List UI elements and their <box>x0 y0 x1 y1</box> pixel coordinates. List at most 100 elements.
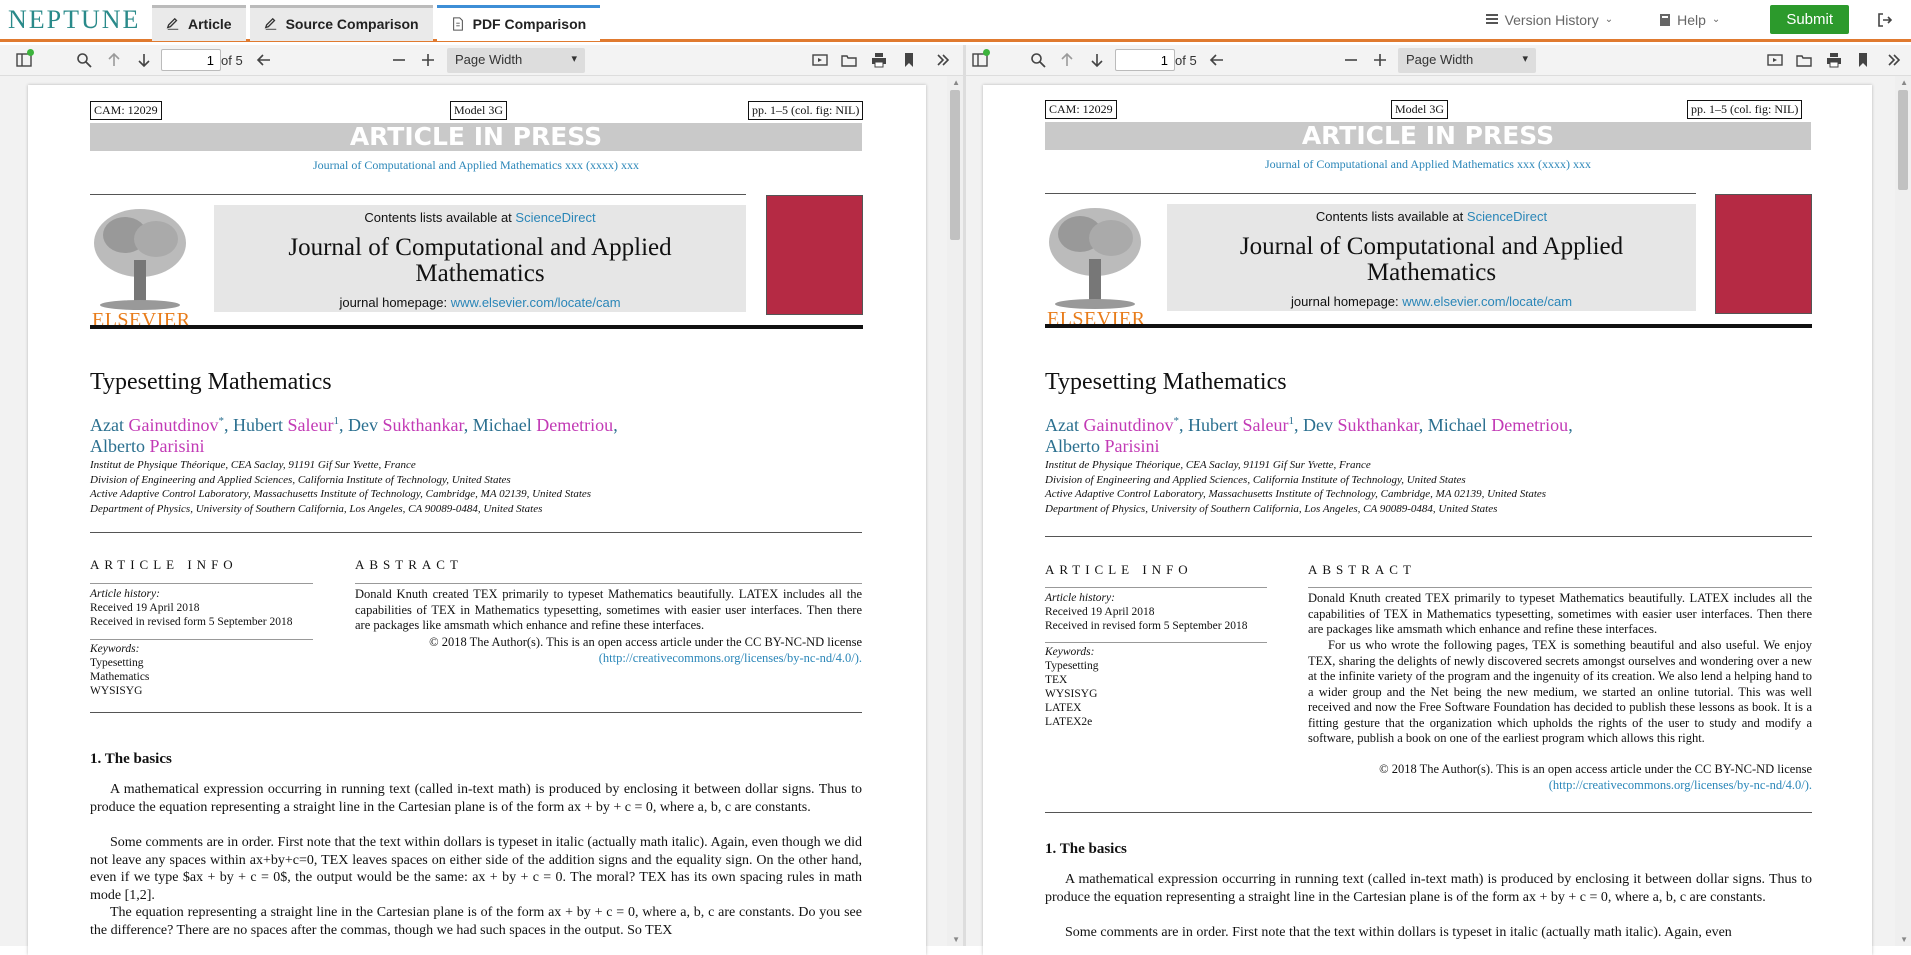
scroll-down-icon[interactable]: ▼ <box>1900 935 1908 944</box>
journal-cover <box>766 195 863 315</box>
homepage-link[interactable]: www.elsevier.com/locate/cam <box>1402 294 1572 309</box>
open-file-icon[interactable] <box>839 50 859 70</box>
back-arrow-icon[interactable] <box>1207 50 1227 70</box>
cam-id-box: CAM: 12029 <box>1045 100 1117 119</box>
article-info-heading: ARTICLE INFO <box>1045 562 1193 577</box>
double-chevron-right-icon[interactable] <box>933 50 953 70</box>
divider <box>90 639 313 640</box>
scroll-down-icon[interactable]: ▼ <box>952 935 960 944</box>
author-first-name: Alberto <box>1045 436 1100 456</box>
page-number-input[interactable] <box>1115 49 1175 71</box>
zoom-out-icon[interactable] <box>389 50 409 70</box>
divider <box>90 194 746 195</box>
list-icon <box>1485 13 1498 24</box>
pdf-page: CAM: 12029 Model 3G pp. 1–5 (col. fig: N… <box>28 85 926 955</box>
presentation-mode-icon[interactable] <box>1765 50 1785 70</box>
author-marker: * <box>1173 415 1179 427</box>
zoom-in-icon[interactable] <box>418 50 438 70</box>
help-menu[interactable]: Help ⌄ <box>1659 12 1720 28</box>
open-file-icon[interactable] <box>1794 50 1814 70</box>
zoom-select[interactable]: Page Width ▾ <box>1398 48 1536 73</box>
scroll-up-icon[interactable]: ▲ <box>952 78 960 87</box>
print-icon[interactable] <box>869 50 889 70</box>
author-last-name[interactable]: Saleur <box>1242 415 1288 435</box>
license-link[interactable]: (http://creativecommons.org/licenses/by-… <box>355 651 862 667</box>
divider <box>1308 587 1812 588</box>
affiliation: Department of Physics, University of Sou… <box>1045 502 1498 515</box>
bookmark-icon[interactable] <box>1853 50 1873 70</box>
author-first-name: Dev <box>1302 415 1333 435</box>
homepage-link[interactable]: www.elsevier.com/locate/cam <box>451 295 621 310</box>
page-number-input[interactable] <box>161 49 221 71</box>
keyword: Mathematics <box>90 671 150 683</box>
author-last-name[interactable]: Parisini <box>1104 436 1159 456</box>
author-last-name[interactable]: Saleur <box>287 415 333 435</box>
previous-page-icon[interactable] <box>1057 50 1077 70</box>
contents-line: Contents lists available at ScienceDirec… <box>1167 209 1696 224</box>
presentation-mode-icon[interactable] <box>810 50 830 70</box>
pdf-toolbar-right: of 5 Page Width ▾ <box>966 45 1911 76</box>
model-box: Model 3G <box>1391 100 1448 119</box>
scroll-up-icon[interactable]: ▲ <box>1900 78 1908 87</box>
tab-article-label: Article <box>188 16 232 32</box>
tab-source-comparison[interactable]: Source Comparison <box>249 4 433 41</box>
back-arrow-icon[interactable] <box>254 50 274 70</box>
body-paragraph: Some comments are in order. First note t… <box>1065 925 1732 940</box>
affiliations: Institut de Physique Théorique, CEA Sacl… <box>90 458 591 516</box>
author-last-name[interactable]: Sukthankar <box>1337 415 1418 435</box>
tab-source-comparison-label: Source Comparison <box>285 16 419 32</box>
tab-pdf-comparison-label: PDF Comparison <box>472 16 587 32</box>
zoom-select[interactable]: Page Width ▾ <box>447 48 585 73</box>
affiliation: Active Adaptive Control Laboratory, Mass… <box>90 488 592 500</box>
journal-reference[interactable]: Journal of Computational and Applied Mat… <box>1045 157 1811 172</box>
journal-title: Journal of Computational and Applied Mat… <box>288 234 672 287</box>
next-page-icon[interactable] <box>1087 50 1107 70</box>
scrollbar-thumb[interactable] <box>950 90 960 240</box>
copyright-line: © 2018 The Author(s). This is an open ac… <box>1379 762 1812 776</box>
author-last-name[interactable]: Demetriou <box>1491 415 1568 435</box>
scrollbar-thumb[interactable] <box>1898 90 1908 190</box>
affiliation: Active Adaptive Control Laboratory, Mass… <box>1045 488 1547 500</box>
body-paragraph: Some comments are in order. First note t… <box>90 835 862 903</box>
divider <box>355 583 862 584</box>
author-last-name[interactable]: Parisini <box>149 436 204 456</box>
contents-prefix: Contents lists available at <box>1315 209 1467 224</box>
tab-article[interactable]: Article <box>152 4 246 41</box>
article-in-press-banner: ARTICLE IN PRESS <box>90 123 862 151</box>
author-last-name[interactable]: Gainutdinov <box>1083 415 1173 435</box>
keyword: Typesetting <box>1045 660 1099 672</box>
author-last-name[interactable]: Gainutdinov <box>128 415 218 435</box>
zoom-in-icon[interactable] <box>1370 50 1390 70</box>
history-label: Article history: <box>1045 592 1115 604</box>
version-history-label: Version History <box>1504 11 1599 28</box>
author-last-name[interactable]: Sukthankar <box>382 415 463 435</box>
search-icon[interactable] <box>1028 50 1048 70</box>
zoom-out-icon[interactable] <box>1341 50 1361 70</box>
history-label: Article history: <box>90 588 160 600</box>
app-logo[interactable]: NEPTUNE <box>0 5 152 35</box>
print-icon[interactable] <box>1824 50 1844 70</box>
journal-reference[interactable]: Journal of Computational and Applied Mat… <box>90 158 862 173</box>
author-list: Azat Gainutdinov*, Hubert Saleur1, Dev S… <box>90 415 618 456</box>
tab-pdf-comparison[interactable]: PDF Comparison <box>436 4 601 41</box>
body-paragraph: A mathematical expression occurring in r… <box>90 782 862 815</box>
next-page-icon[interactable] <box>134 50 154 70</box>
submit-button[interactable]: Submit <box>1770 5 1849 34</box>
double-chevron-right-icon[interactable] <box>1884 50 1904 70</box>
affiliation: Institut de Physique Théorique, CEA Sacl… <box>90 459 416 471</box>
sciencedirect-link[interactable]: ScienceDirect <box>1467 209 1547 224</box>
sign-out-icon[interactable] <box>1877 12 1893 28</box>
license-link[interactable]: (http://creativecommons.org/licenses/by-… <box>1308 778 1812 794</box>
affiliation: Division of Engineering and Applied Scie… <box>90 473 511 486</box>
article-in-press-banner: ARTICLE IN PRESS <box>1045 122 1811 150</box>
previous-page-icon[interactable] <box>104 50 124 70</box>
sciencedirect-link[interactable]: ScienceDirect <box>515 210 595 225</box>
search-icon[interactable] <box>74 50 94 70</box>
bookmark-icon[interactable] <box>899 50 919 70</box>
scrollbar-left[interactable]: ▲ ▼ <box>947 76 963 946</box>
scrollbar-right[interactable]: ▲ ▼ <box>1895 76 1911 946</box>
abstract-text: Donald Knuth created TEX primarily to ty… <box>355 587 862 632</box>
author-last-name[interactable]: Demetriou <box>536 415 613 435</box>
homepage-line: journal homepage: www.elsevier.com/locat… <box>214 295 746 310</box>
version-history-menu[interactable]: Version History ⌄ <box>1485 11 1613 28</box>
